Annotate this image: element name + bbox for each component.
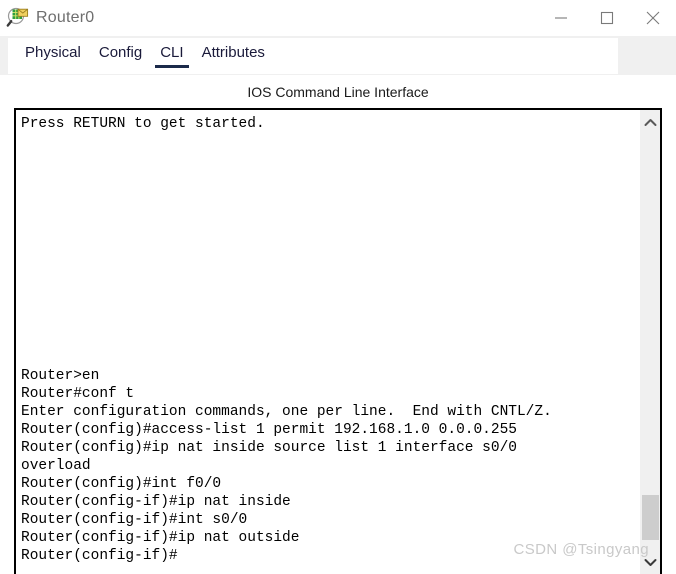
window-title: Router0 (36, 9, 95, 26)
scrollbar-thumb[interactable] (642, 495, 659, 540)
cli-panel: IOS Command Line Interface Press RETURN … (0, 75, 676, 574)
tab-bar: Physical Config CLI Attributes (8, 38, 618, 74)
maximize-icon[interactable] (584, 0, 630, 36)
chevron-down-icon[interactable] (641, 552, 660, 572)
router-cli-window: Router0 Physical Config CLI Attributes I… (0, 0, 676, 574)
terminal-line: Router>en (21, 368, 100, 384)
tab-cli[interactable]: CLI (151, 38, 192, 69)
panel-heading: IOS Command Line Interface (247, 84, 429, 100)
terminal-line: Router#conf t (21, 386, 135, 402)
terminal-line: Router(config-if)#int s0/0 (21, 512, 248, 528)
terminal-frame: Press RETURN to get started. Router>en Ro… (14, 108, 662, 574)
terminal-line: Router(config)#int f0/0 (21, 476, 222, 492)
tab-config[interactable]: Config (90, 38, 151, 69)
terminal-line: Router(config-if)#ip nat outside (21, 530, 300, 546)
tab-attributes[interactable]: Attributes (193, 38, 274, 69)
terminal-scrollbar[interactable] (640, 110, 660, 574)
terminal-line: Router(config-if)#ip nat inside (21, 494, 291, 510)
terminal-line: Press RETURN to get started. (21, 116, 265, 132)
title-bar: Router0 (0, 0, 676, 36)
terminal-output[interactable]: Press RETURN to get started. Router>en Ro… (16, 110, 640, 574)
packet-tracer-router-icon (6, 6, 30, 30)
terminal-line: Router(config)#access-list 1 permit 192.… (21, 422, 517, 438)
close-icon[interactable] (630, 0, 676, 36)
terminal-line: Router(config-if)# (21, 548, 178, 564)
terminal-line: Router(config)#ip nat inside source list… (21, 440, 517, 456)
minimize-icon[interactable] (538, 0, 584, 36)
window-controls (538, 0, 676, 36)
terminal-line: overload (21, 458, 91, 474)
chevron-up-icon[interactable] (641, 112, 660, 132)
terminal-line: Enter configuration commands, one per li… (21, 404, 552, 420)
tab-physical[interactable]: Physical (16, 38, 90, 69)
